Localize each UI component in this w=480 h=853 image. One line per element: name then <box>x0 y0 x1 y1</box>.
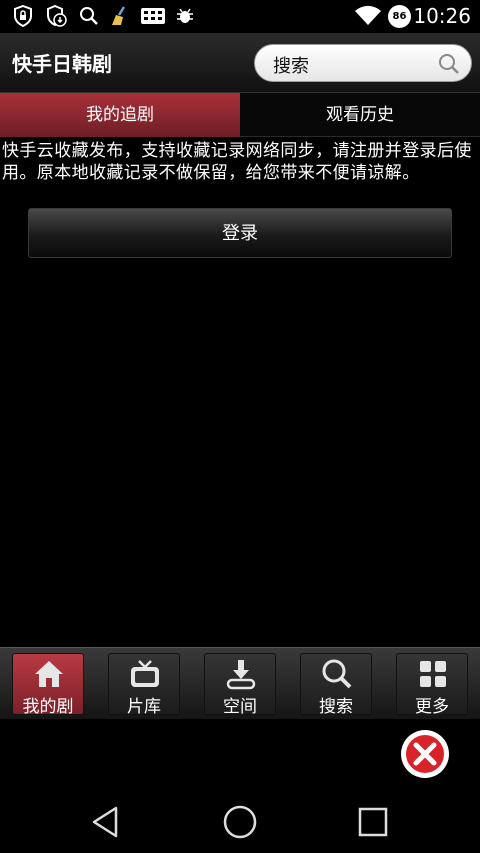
search-icon[interactable] <box>437 52 461 76</box>
nav-item-my-dramas[interactable]: 我的剧 <box>12 653 84 717</box>
nav-item-more[interactable]: 更多 <box>396 653 468 717</box>
tab-watch-history[interactable]: 观看历史 <box>240 93 480 137</box>
app-title: 快手日韩剧 <box>12 52 112 76</box>
nav-item-library[interactable]: 片库 <box>108 653 180 717</box>
battery-icon: 86 <box>388 5 411 28</box>
nav-label: 片库 <box>127 697 161 717</box>
wifi-icon <box>355 5 381 25</box>
status-bar: 86 10:26 <box>0 0 480 33</box>
search-icon <box>322 659 352 689</box>
download-icon <box>226 660 256 690</box>
keyboard-icon <box>141 8 165 24</box>
shield-download-icon <box>47 5 67 27</box>
system-nav-bar <box>0 790 480 853</box>
nav-item-space[interactable]: 空间 <box>204 653 276 717</box>
nav-label: 空间 <box>223 697 257 717</box>
grid-icon <box>420 661 446 687</box>
bug-icon <box>177 8 193 23</box>
nav-label: 我的剧 <box>22 697 74 717</box>
recent-apps-icon[interactable] <box>355 804 391 840</box>
back-icon[interactable] <box>88 804 124 840</box>
app-header: 快手日韩剧 搜索 <box>0 33 480 93</box>
tv-icon <box>131 660 159 687</box>
status-time: 10:26 <box>413 4 471 28</box>
close-ad-button[interactable] <box>400 729 450 779</box>
nav-label: 更多 <box>415 697 449 717</box>
battery-level: 86 <box>392 11 407 22</box>
nav-label: 搜索 <box>319 697 353 717</box>
home-circle-icon[interactable] <box>222 804 258 840</box>
shield-lock-icon <box>14 5 32 27</box>
broom-icon <box>112 6 126 25</box>
search-input[interactable]: 搜索 <box>254 44 472 82</box>
home-icon <box>35 661 63 687</box>
tab-my-dramas[interactable]: 我的追剧 <box>0 93 240 137</box>
login-button[interactable]: 登录 <box>28 208 452 258</box>
nav-item-search[interactable]: 搜索 <box>300 653 372 717</box>
search-placeholder: 搜索 <box>273 56 309 77</box>
tab-bar: 我的追剧 观看历史 <box>0 93 480 137</box>
search-icon <box>80 7 98 25</box>
bottom-nav: 我的剧 片库 空间 搜索 更多 <box>0 647 480 719</box>
cloud-sync-notice: 快手云收藏发布，支持收藏记录网络同步，请注册并登录后使用。原本地收藏记录不做保留… <box>2 141 472 183</box>
